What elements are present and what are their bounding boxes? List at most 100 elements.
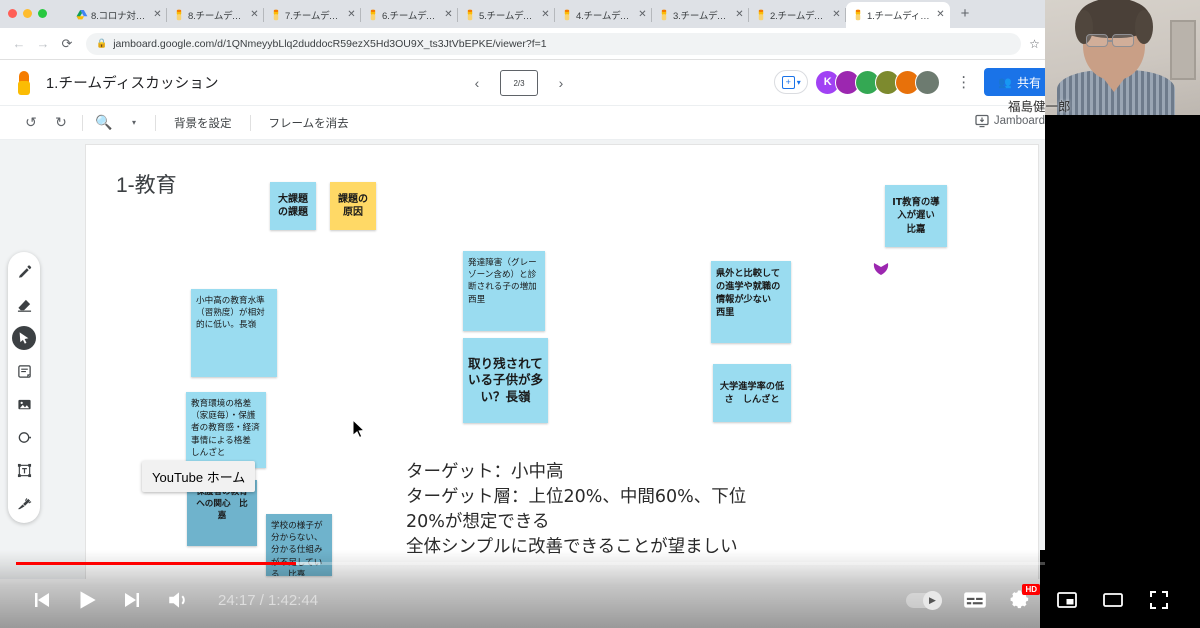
frame-counter[interactable]: 2/3	[500, 67, 542, 96]
redo-icon[interactable]: ↻	[46, 112, 76, 134]
wall-picture-frame	[1170, 20, 1196, 80]
next-button[interactable]	[110, 577, 156, 623]
sticky-note[interactable]: 大課題の課題	[270, 182, 316, 230]
volume-button[interactable]	[156, 577, 202, 623]
tab-close-button[interactable]: ✕	[540, 10, 551, 20]
tab-close-button[interactable]: ✕	[734, 10, 745, 20]
maximize-window-button[interactable]	[38, 9, 47, 18]
zoom-icon[interactable]: 🔍	[89, 112, 119, 134]
back-button[interactable]: ←	[8, 33, 30, 55]
participant-name-label: 福島健一郎	[1008, 99, 1071, 114]
tab-close-button[interactable]: ✕	[152, 10, 163, 20]
sticky-note[interactable]: 小中高の教育水準（習熟度）が相対的に低い。長嶺	[191, 289, 277, 377]
collaborator-avatars: K	[815, 69, 941, 95]
controls-row: 24:17 / 1:42:44 ▶ HD	[0, 576, 1200, 624]
window-controls[interactable]	[8, 9, 47, 18]
browser-tab[interactable]: 2.チームディスカ… ✕	[749, 2, 846, 28]
sticky-note[interactable]: IT教育の導入が遅い 比嘉	[885, 185, 947, 247]
drive-icon	[76, 10, 88, 20]
sticky-note[interactable]: 教育環境の格差（家庭毎）・保護者の教育感・経済事情による格差 しんざと	[186, 392, 266, 468]
autoplay-toggle[interactable]: ▶	[896, 577, 952, 623]
play-button[interactable]	[64, 577, 110, 623]
eraser-icon[interactable]	[12, 293, 36, 317]
tab-close-button[interactable]: ✕	[831, 10, 842, 20]
more-options-button[interactable]: ⋮	[956, 75, 971, 90]
pen-icon[interactable]	[12, 260, 36, 284]
toolbar-divider	[155, 114, 156, 131]
tab-close-button[interactable]: ✕	[346, 10, 357, 20]
settings-button[interactable]: HD	[998, 577, 1044, 623]
fullscreen-button[interactable]	[1136, 577, 1182, 623]
sticky-note[interactable]: 大学進学率の低さ しんざと	[713, 364, 791, 422]
browser-tab[interactable]: 3.チームディスカ… ✕	[652, 2, 749, 28]
miniplayer-button[interactable]	[1044, 577, 1090, 623]
zoom-chevron-down-icon[interactable]: ▾	[119, 112, 149, 134]
black-letterbox-right	[1045, 115, 1200, 580]
autoplay-knob: ▶	[923, 590, 942, 610]
participant-hair-right	[1135, 10, 1153, 44]
shape-circle-icon[interactable]	[12, 425, 36, 449]
clear-frame-button[interactable]: フレームを消去	[257, 112, 361, 134]
tab-close-button[interactable]: ✕	[637, 10, 648, 20]
previous-frame-button[interactable]: ‹	[470, 75, 484, 91]
previous-button[interactable]	[18, 577, 64, 623]
sticky-note-text: 県外と比較しての進学や就職の情報が少ない 西里	[716, 268, 781, 319]
sticky-note[interactable]: 県外と比較しての進学や就職の情報が少ない 西里	[711, 261, 791, 343]
sticky-note-text: 取り残されている子供が多い？長嶺	[468, 356, 544, 404]
tab-close-button[interactable]: ✕	[935, 10, 946, 20]
browser-tab[interactable]: 8.コロナ対策 - 企… ✕	[70, 2, 167, 28]
sticky-note-text: 保護者の教育への関心 比嘉	[196, 487, 248, 522]
bookmark-star-icon[interactable]: ☆	[1029, 37, 1040, 51]
avatar[interactable]	[915, 69, 941, 95]
forward-button[interactable]: →	[32, 33, 54, 55]
next-frame-button[interactable]: ›	[554, 75, 568, 91]
close-window-button[interactable]	[8, 9, 17, 18]
address-bar[interactable]: 🔒 jamboard.google.com/d/1QNmeyybLlq2dudd…	[86, 32, 1022, 55]
board-free-text[interactable]: ターゲット：小中高 ターゲット層：上位20%、中間60%、下位20%が想定できる…	[406, 460, 766, 559]
sticky-note-text: 教育環境の格差（家庭毎）・保護者の教育感・経済事情による格差 しんざと	[191, 399, 260, 458]
tab-label: 4.チームディスカ…	[576, 11, 634, 22]
tab-close-button[interactable]: ✕	[443, 10, 454, 20]
jamboard-device-icon	[975, 114, 989, 128]
reload-button[interactable]: ⟳	[56, 33, 78, 55]
jam-frame-board[interactable]: 1-教育 大課題の課題 課題の原因 小中高の教育水準（習熟度）が相対的に低い。長…	[85, 144, 1039, 579]
select-cursor-icon[interactable]	[12, 326, 36, 350]
undo-icon[interactable]: ↺	[16, 112, 46, 134]
laser-pointer-icon[interactable]	[12, 491, 36, 515]
browser-tab[interactable]: 6.チームディスカ… ✕	[361, 2, 458, 28]
browser-tab[interactable]: 7.チームディスカ… ✕	[264, 2, 361, 28]
remote-collaborator-cursor	[872, 262, 892, 284]
browser-tab-active[interactable]: 1.チームディスカ… ✕	[846, 2, 950, 28]
jamboard-device-label[interactable]: Jamboard	[975, 114, 1045, 128]
jamboard-device-label-text: Jamboard	[993, 115, 1045, 127]
tab-label: 1.チームディスカ…	[867, 11, 932, 22]
minimize-window-button[interactable]	[23, 9, 32, 18]
tab-label: 2.チームディスカ…	[770, 11, 828, 22]
add-frame-button[interactable]: + ▾	[774, 70, 809, 94]
image-icon[interactable]	[12, 392, 36, 416]
browser-tab[interactable]: 5.チームディスカ… ✕	[458, 2, 555, 28]
set-background-button[interactable]: 背景を設定	[162, 112, 244, 134]
jamboard-icon	[758, 9, 764, 21]
sticky-note[interactable]: 課題の原因	[330, 182, 376, 230]
subtitles-button[interactable]	[952, 577, 998, 623]
sticky-note-text: 大学進学率の低さ しんざと	[719, 380, 785, 405]
progress-bar[interactable]	[16, 562, 1184, 565]
jamboard-canvas-area[interactable]: 1-教育 大課題の課題 課題の原因 小中高の教育水準（習熟度）が相対的に低い。長…	[0, 140, 1200, 579]
new-tab-button[interactable]: +	[956, 6, 974, 24]
sticky-note-icon[interactable]	[12, 359, 36, 383]
autoplay-icon: ▶	[906, 590, 942, 610]
sticky-note-text: 発達障害（グレーゾーン含め）と診断される子の増加 西里	[468, 258, 545, 305]
header-right-group: + ▾ K ⋮ 👥 共有	[774, 68, 1055, 96]
sticky-note[interactable]: 取り残されている子供が多い？長嶺	[463, 338, 548, 423]
glasses-bridge	[1108, 40, 1113, 42]
text-box-icon[interactable]	[12, 458, 36, 482]
jamboard-icon	[855, 9, 861, 21]
tab-close-button[interactable]: ✕	[249, 10, 260, 20]
glasses-right-lens	[1112, 34, 1134, 47]
browser-tab[interactable]: 8.チームディスカ… ✕	[167, 2, 264, 28]
sticky-note[interactable]: 発達障害（グレーゾーン含め）と診断される子の増加 西里	[463, 251, 545, 331]
board-heading: 1-教育	[116, 174, 177, 197]
theater-button[interactable]	[1090, 577, 1136, 623]
browser-tab[interactable]: 4.チームディスカ… ✕	[555, 2, 652, 28]
